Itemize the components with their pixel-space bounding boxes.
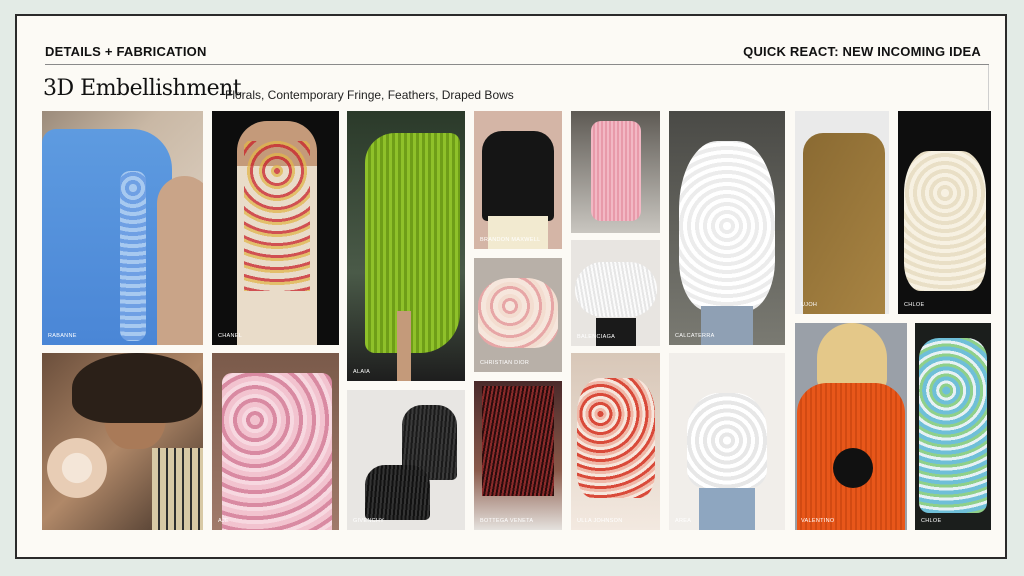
- arm-shape: [157, 176, 203, 345]
- ruffle-dress: [904, 151, 986, 291]
- dress-shape: [42, 129, 172, 345]
- floral-draped-dress: [919, 338, 987, 513]
- photo-label: BRANDON MAXWELL: [480, 237, 541, 243]
- photo-label: BOTTEGA VENETA: [480, 518, 534, 524]
- photo-ulla-johnson[interactable]: ULLA JOHNSON: [571, 353, 660, 530]
- plaid-jacket: [152, 448, 203, 530]
- page-title: 3D Embellishment: [43, 76, 242, 101]
- photo-givenchy[interactable]: GIVENCHY: [347, 390, 465, 530]
- title-divider: [988, 65, 989, 110]
- black-bow: [833, 448, 873, 488]
- sequin-dress: [222, 373, 332, 530]
- photo-chloe-floral[interactable]: CHLOE: [915, 323, 991, 530]
- photo-label: CHRISTIAN DIOR: [480, 360, 530, 366]
- photo-bottega-veneta[interactable]: BOTTEGA VENETA: [474, 381, 562, 530]
- draped-jumpsuit: [803, 133, 885, 314]
- photo-chanel[interactable]: CHANEL: [212, 111, 339, 345]
- feather-dress: [679, 141, 775, 311]
- photo-label: CHANEL: [218, 333, 243, 339]
- feather-top: [482, 131, 554, 221]
- floral-trim: [244, 141, 310, 291]
- report-heading: QUICK REACT: NEW INCOMING IDEA: [743, 44, 981, 59]
- ruffle-skirt: [478, 278, 558, 348]
- photo-brandon-maxwell[interactable]: BRANDON MAXWELL: [474, 111, 562, 249]
- photo-calcaterra[interactable]: CALCATERRA: [669, 111, 785, 345]
- photo-label: UJOH: [801, 302, 818, 308]
- photo-ujoh[interactable]: UJOH: [795, 111, 889, 314]
- photo-valentino[interactable]: VALENTINO: [795, 323, 907, 530]
- feather-top: [575, 262, 657, 317]
- photo-label: CHLOE: [921, 518, 942, 524]
- photo-balenciaga[interactable]: BALENCIAGA: [571, 240, 660, 346]
- photo-label: GIVENCHY: [353, 518, 385, 524]
- jeans-shape: [699, 488, 755, 530]
- page-subtitle: Florals, Contemporary Fringe, Feathers, …: [225, 88, 514, 102]
- hair-shape: [72, 353, 202, 423]
- brooch-shape: [42, 433, 112, 503]
- pants-shape: [596, 318, 636, 346]
- floral-dress: [577, 378, 655, 498]
- photo-label: CHLOE: [904, 302, 925, 308]
- photo-unlabeled-brooch[interactable]: [42, 353, 203, 530]
- fringe-shape: [482, 386, 554, 496]
- photo-label: RABANNE: [48, 333, 77, 339]
- photo-unlabeled-pink-fringe[interactable]: [571, 111, 660, 233]
- fringe-skirt: [365, 133, 460, 353]
- leg-shape: [397, 311, 411, 381]
- photo-label: ALAIA: [353, 369, 371, 375]
- photo-aje[interactable]: AJE: [212, 353, 339, 530]
- photo-label: BALENCIAGA: [577, 334, 616, 340]
- pink-fringe-dress: [591, 121, 641, 221]
- photo-chloe-ruffle[interactable]: CHLOE: [898, 111, 991, 314]
- photo-label: AREA: [675, 518, 692, 524]
- photo-area[interactable]: AREA: [669, 353, 785, 530]
- jeans-shape: [701, 306, 753, 345]
- feather-top: [687, 393, 767, 488]
- photo-label: ULLA JOHNSON: [577, 518, 623, 524]
- photo-rabanne[interactable]: RABANNE: [42, 111, 203, 345]
- photo-label: CALCATERRA: [675, 333, 715, 339]
- photo-christian-dior[interactable]: CHRISTIAN DIOR: [474, 258, 562, 372]
- photo-label: AJE: [218, 518, 229, 524]
- fringe-shoe-left: [365, 465, 430, 520]
- photo-alaia[interactable]: ALAIA: [347, 111, 465, 381]
- skirt-shape: [488, 216, 548, 249]
- section-heading: DETAILS + FABRICATION: [45, 44, 207, 59]
- photo-label: VALENTINO: [801, 518, 835, 524]
- floral-applique: [120, 171, 146, 341]
- header-divider: [45, 64, 989, 65]
